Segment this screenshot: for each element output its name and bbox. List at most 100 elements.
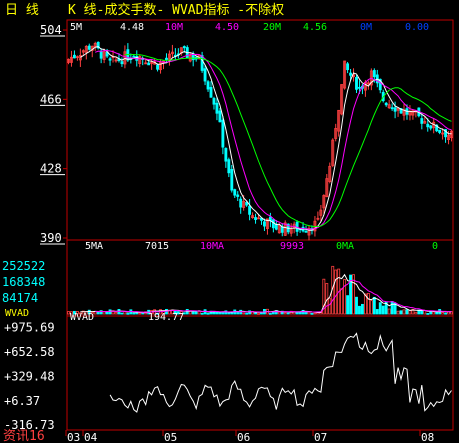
candle-body[interactable] (263, 221, 266, 227)
candle-body[interactable] (200, 55, 204, 71)
source-label: 资讯16 (3, 429, 45, 443)
candle-body[interactable] (156, 64, 160, 70)
candle-body[interactable] (218, 110, 222, 123)
candle-body[interactable] (274, 224, 278, 230)
volume-bar (132, 312, 136, 315)
ma-legend-value: 4.48 (120, 22, 144, 33)
candle-body[interactable] (233, 189, 237, 196)
x-axis-label: 06 (237, 431, 250, 443)
volume-bar (200, 312, 204, 315)
candle-body[interactable] (236, 194, 240, 197)
candle-body[interactable] (304, 230, 308, 233)
volume-axis-label: 84174 (2, 291, 38, 305)
volume-bar (194, 311, 198, 315)
volume-bar (286, 312, 290, 315)
candle-body[interactable] (203, 68, 207, 82)
candle-body[interactable] (224, 148, 228, 162)
ma-legend-value: 0.00 (405, 22, 429, 33)
volume-bar (381, 305, 385, 315)
volume-bar (120, 312, 124, 315)
volume-bar (221, 311, 225, 315)
candle-body[interactable] (429, 125, 433, 129)
x-axis-label: 07 (314, 431, 327, 443)
price-axis-label: 504 (40, 23, 62, 37)
wvad-axis-label: +329.48 (4, 369, 55, 383)
wvad-legend-label: WVAD (70, 312, 94, 323)
volume-bar (126, 312, 130, 315)
ma-legend-label: 5M (70, 22, 82, 33)
volume-bar (378, 302, 382, 315)
volume-axis-label: 252522 (2, 259, 45, 273)
volume-axis-label: 168348 (2, 275, 45, 289)
candle-body[interactable] (390, 107, 394, 110)
candle-body[interactable] (87, 45, 91, 50)
ma-legend-label: 20M (263, 22, 281, 33)
price-axis-label: 390 (40, 231, 62, 245)
candle-body[interactable] (120, 61, 124, 65)
volume-bar (141, 312, 145, 315)
candle-body[interactable] (227, 159, 231, 174)
candle-body[interactable] (99, 50, 103, 59)
candle-body[interactable] (384, 102, 388, 106)
candle-body[interactable] (147, 62, 151, 66)
candle-body[interactable] (349, 72, 353, 76)
candle-body[interactable] (132, 55, 136, 58)
volume-bar (108, 309, 112, 315)
volume-bar (310, 312, 314, 315)
candle-body[interactable] (206, 81, 210, 90)
candle-body[interactable] (420, 118, 424, 124)
candle-body[interactable] (239, 198, 243, 208)
candle-body[interactable] (426, 123, 430, 128)
candle-body[interactable] (393, 107, 397, 112)
candle-body[interactable] (355, 77, 358, 90)
volume-legend-value: 0 (432, 241, 438, 252)
volume-bar (346, 295, 350, 315)
wvad-axis-label: +6.37 (4, 394, 40, 408)
background (0, 0, 459, 443)
price-axis-label: 428 (40, 162, 62, 176)
volume-bar (375, 309, 379, 315)
candle-body[interactable] (268, 216, 272, 221)
volume-bar (358, 305, 361, 315)
x-axis-label: 03 (67, 431, 80, 443)
candle-body[interactable] (248, 205, 252, 215)
volume-legend-value: 7015 (145, 241, 169, 252)
candle-body[interactable] (372, 70, 376, 78)
candle-body[interactable] (212, 98, 216, 105)
wvad-axis-label: +975.69 (4, 321, 55, 335)
candle-body[interactable] (230, 169, 234, 191)
stock-chart[interactable]: 日 线 K 线-成交手数- WVAD指标 -不除权 504 466 428 390 2525… (0, 0, 459, 443)
volume-bar (268, 312, 272, 315)
candle-body[interactable] (358, 86, 361, 89)
x-axis-label: 08 (421, 431, 434, 443)
candle-body[interactable] (209, 86, 213, 98)
candle-body[interactable] (254, 217, 257, 220)
ma-legend-value: 4.50 (215, 22, 239, 33)
ma-legend-label: 0M (360, 22, 372, 33)
candle-body[interactable] (165, 57, 168, 61)
ma-legend-label: 10M (165, 22, 183, 33)
candle-body[interactable] (72, 54, 76, 59)
candle-body[interactable] (346, 63, 350, 71)
candle-body[interactable] (108, 58, 112, 61)
wvad-legend-value: 194.77 (148, 312, 184, 323)
chart-title: K 线-成交手数- WVAD指标 -不除权 (68, 2, 284, 18)
volume-legend-label: 10MA (200, 241, 224, 252)
volume-bar (254, 312, 257, 315)
ma-legend-value: 4.56 (303, 22, 327, 33)
candle-body[interactable] (438, 129, 442, 133)
candle-body[interactable] (221, 119, 225, 148)
candle-body[interactable] (215, 102, 219, 114)
price-axis-label: 466 (40, 92, 62, 106)
volume-bar (227, 312, 231, 315)
candle-body[interactable] (182, 46, 186, 49)
volume-bar (405, 309, 409, 315)
volume-legend-value: 9993 (280, 241, 304, 252)
wvad-label: WVAD (5, 308, 29, 319)
volume-bar (360, 303, 364, 315)
period-label: 日 线 (5, 3, 39, 18)
candle-body[interactable] (245, 202, 249, 206)
wvad-axis-label: +652.58 (4, 345, 55, 359)
volume-bar (260, 312, 263, 315)
volume-bar (444, 312, 448, 315)
